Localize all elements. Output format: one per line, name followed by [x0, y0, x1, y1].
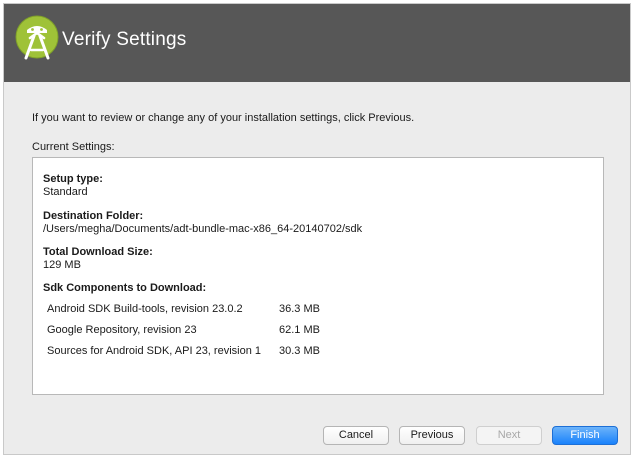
destination-heading: Destination Folder: [43, 210, 144, 222]
destination-section: Destination Folder: /Users/megha/Documen… [43, 210, 362, 236]
component-size: 30.3 MB [279, 344, 320, 357]
current-settings-label: Current Settings: [32, 141, 115, 153]
download-size-value: 129 MB [43, 259, 81, 271]
setup-type-section: Setup type: Standard [43, 173, 103, 199]
finish-button[interactable]: Finish [552, 426, 618, 445]
page-title: Verify Settings [62, 29, 187, 50]
components-table: Android SDK Build-tools, revision 23.0.2… [47, 298, 359, 361]
setup-wizard-window: Verify Settings If you want to review or… [3, 3, 631, 455]
download-size-heading: Total Download Size: [43, 246, 153, 258]
table-row: Android SDK Build-tools, revision 23.0.2… [47, 298, 359, 319]
setup-type-heading: Setup type: [43, 173, 103, 185]
next-button[interactable]: Next [476, 426, 542, 445]
component-name: Android SDK Build-tools, revision 23.0.2 [47, 302, 243, 315]
table-row: Google Repository, revision 23 62.1 MB [47, 319, 359, 340]
destination-value: /Users/megha/Documents/adt-bundle-mac-x8… [43, 223, 363, 235]
setup-type-value: Standard [43, 186, 88, 198]
cancel-button[interactable]: Cancel [323, 426, 389, 445]
component-name: Google Repository, revision 23 [47, 323, 197, 336]
table-row: Sources for Android SDK, API 23, revisio… [47, 340, 359, 361]
components-heading: Sdk Components to Download: [43, 282, 207, 294]
previous-button[interactable]: Previous [399, 426, 465, 445]
component-name: Sources for Android SDK, API 23, revisio… [47, 344, 262, 357]
android-studio-logo-icon [15, 15, 59, 60]
download-size-section: Total Download Size: 129 MB [43, 246, 153, 272]
component-size: 36.3 MB [279, 302, 320, 315]
intro-text: If you want to review or change any of y… [32, 112, 415, 124]
component-size: 62.1 MB [279, 323, 320, 336]
settings-summary-panel: Setup type: Standard Destination Folder:… [32, 157, 604, 395]
wizard-header: Verify Settings [4, 4, 630, 82]
components-section: Sdk Components to Download: [43, 282, 206, 295]
